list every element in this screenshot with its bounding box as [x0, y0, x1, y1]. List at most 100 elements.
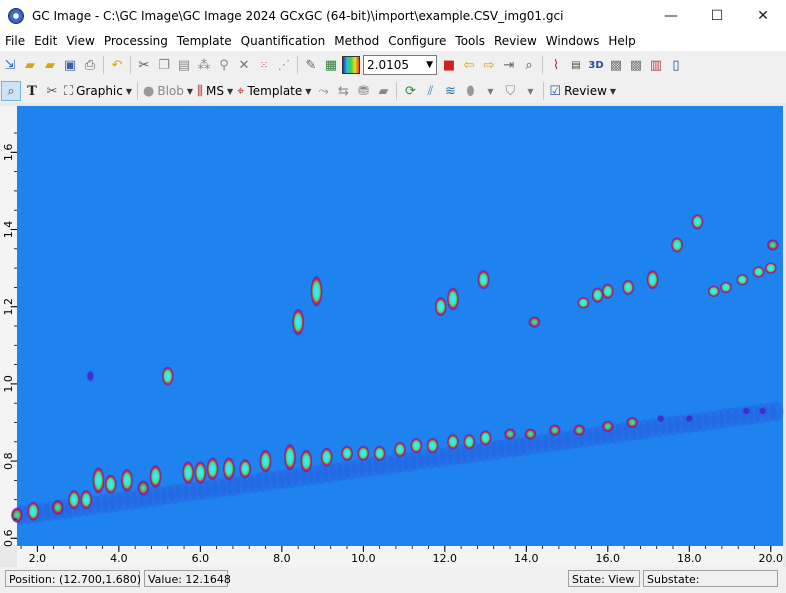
stack2-icon[interactable]: ▩: [627, 56, 645, 74]
route-icon[interactable]: ⤳: [314, 82, 332, 100]
peak-blob[interactable]: [310, 275, 323, 307]
print-icon[interactable]: ⎙: [81, 56, 99, 74]
peak-blob[interactable]: [86, 370, 95, 382]
dropdown-small-icon-2[interactable]: ▼: [521, 82, 539, 100]
text-tool-icon[interactable]: T: [23, 82, 41, 100]
peak-blob[interactable]: [601, 420, 614, 433]
layer-icon[interactable]: ▰: [374, 82, 392, 100]
peak-blob[interactable]: [524, 428, 537, 440]
gcxgc-plot[interactable]: 0.6 0.8 1.0 1.2 1.4 1.6 2.0 4.0 6.0 8.0 10.0 12.0 1…: [0, 103, 786, 567]
menu-edit[interactable]: Edit: [29, 34, 61, 48]
peak-blob[interactable]: [161, 366, 174, 386]
peak-blob[interactable]: [479, 430, 492, 446]
peak-blob[interactable]: [742, 406, 751, 415]
stamp-icon[interactable]: ⛃: [354, 82, 372, 100]
peak-blob[interactable]: [206, 457, 219, 481]
menu-configure[interactable]: Configure: [383, 34, 450, 48]
peak-blob[interactable]: [577, 297, 590, 309]
peak-blob[interactable]: [707, 285, 720, 298]
peak-blob[interactable]: [591, 287, 604, 303]
previous-icon[interactable]: ⇦: [460, 56, 478, 74]
scissors-tool-icon[interactable]: ✂: [43, 82, 61, 100]
zoom-combo[interactable]: 2.0105 ▼: [363, 55, 437, 75]
open-folder-icon[interactable]: ▰: [21, 56, 39, 74]
peak-blob[interactable]: [504, 428, 517, 440]
peak-blob[interactable]: [194, 461, 207, 485]
peak-blob[interactable]: [446, 434, 459, 450]
peak-blob[interactable]: [357, 445, 370, 462]
tile-icon[interactable]: ▯: [667, 56, 685, 74]
move-icon[interactable]: ⇆: [334, 82, 352, 100]
next-icon[interactable]: ⇨: [480, 56, 498, 74]
menu-windows[interactable]: Windows: [541, 34, 604, 48]
menu-view[interactable]: View: [61, 34, 98, 48]
peak-blob[interactable]: [104, 474, 117, 494]
peak-blob[interactable]: [477, 270, 490, 290]
dropdown-small-icon[interactable]: ▼: [481, 82, 499, 100]
save-icon[interactable]: ▣: [61, 56, 79, 74]
peak-blob[interactable]: [283, 443, 296, 471]
align-icon[interactable]: ⫽: [421, 82, 439, 100]
blob-dropdown[interactable]: ● Blob ▼: [143, 84, 193, 99]
report-icon[interactable]: ▥: [647, 56, 665, 74]
peak-blob[interactable]: [752, 266, 765, 278]
cycle-icon[interactable]: ⟳: [401, 82, 419, 100]
peak-blob[interactable]: [292, 308, 305, 336]
peak-icon[interactable]: ⬮: [461, 82, 479, 100]
stop-icon[interactable]: ■: [440, 56, 458, 74]
peak-blob[interactable]: [434, 297, 447, 317]
menu-processing[interactable]: Processing: [99, 34, 172, 48]
peak-blob[interactable]: [446, 287, 459, 311]
graphic-dropdown[interactable]: ⛶ Graphic ▼: [64, 84, 132, 99]
peak-blob[interactable]: [719, 281, 732, 294]
peak-blob[interactable]: [394, 441, 406, 458]
baseline-icon[interactable]: ≋: [441, 82, 459, 100]
group-icon[interactable]: ⁂: [195, 56, 213, 74]
peak-blob[interactable]: [622, 279, 635, 296]
menu-tools[interactable]: Tools: [450, 34, 489, 48]
maximize-button[interactable]: ☐: [694, 0, 740, 31]
stack-icon[interactable]: ▩: [607, 56, 625, 74]
open-recent-icon[interactable]: ▰: [41, 56, 59, 74]
edit-tool-icon[interactable]: ✎: [302, 56, 320, 74]
peak-blob[interactable]: [766, 239, 779, 251]
menu-review[interactable]: Review: [489, 34, 541, 48]
peak-blob[interactable]: [68, 490, 81, 510]
peak-blob[interactable]: [11, 507, 23, 523]
peak-blob[interactable]: [149, 464, 162, 489]
peak-blob[interactable]: [528, 316, 541, 328]
peak-blob[interactable]: [51, 499, 64, 516]
close-button[interactable]: ✕: [740, 0, 786, 31]
peak-blob[interactable]: [239, 459, 252, 479]
peak-blob[interactable]: [341, 445, 354, 462]
calculator-icon[interactable]: ▦: [322, 56, 340, 74]
template-dropdown[interactable]: ⌖ Template ▼: [237, 84, 311, 99]
peak-blob[interactable]: [573, 424, 586, 437]
minimize-button[interactable]: —: [648, 0, 694, 31]
peak-blob[interactable]: [758, 406, 767, 415]
peak-blob[interactable]: [463, 434, 476, 450]
peak-blob[interactable]: [373, 445, 386, 462]
peak-blob[interactable]: [691, 214, 704, 230]
peak-blob[interactable]: [764, 262, 777, 274]
delete-all-icon[interactable]: ⁙: [255, 56, 273, 74]
import-icon[interactable]: ⇲: [1, 56, 19, 74]
clear-icon[interactable]: ⋰: [275, 56, 293, 74]
peak-blob[interactable]: [137, 480, 150, 496]
peak-blob[interactable]: [685, 414, 694, 423]
review-dropdown[interactable]: ☑ Review ▼: [549, 84, 616, 99]
menu-help[interactable]: Help: [603, 34, 639, 48]
cut-icon[interactable]: ✂: [135, 56, 153, 74]
colormap-icon[interactable]: [342, 56, 360, 74]
peak-blob[interactable]: [548, 424, 561, 437]
ms-dropdown[interactable]: ⫼ MS ▼: [197, 84, 233, 99]
peak-blob[interactable]: [222, 457, 235, 481]
delete-icon[interactable]: ✕: [235, 56, 253, 74]
peak-blob[interactable]: [80, 490, 93, 510]
undo-icon[interactable]: ↶: [108, 56, 126, 74]
peak-blob[interactable]: [320, 447, 333, 467]
peak-blob[interactable]: [646, 270, 659, 290]
peak-blob[interactable]: [671, 237, 684, 253]
peak-blob[interactable]: [300, 449, 313, 473]
peak-blob[interactable]: [626, 416, 639, 429]
